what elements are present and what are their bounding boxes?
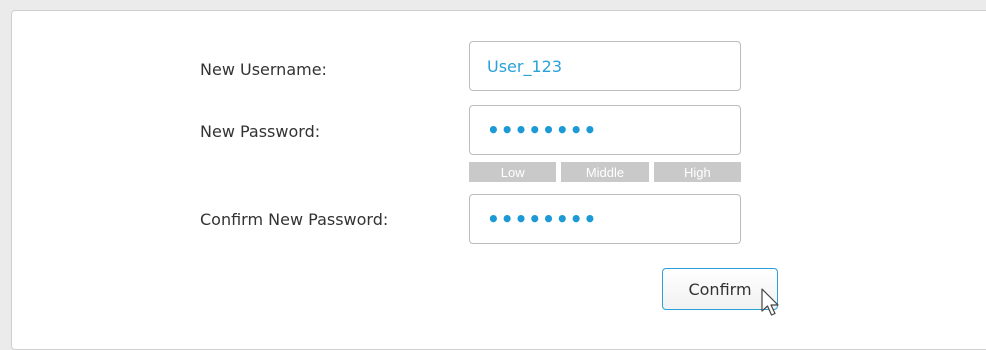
new-username-label: New Username: xyxy=(200,60,327,79)
mouse-pointer-icon xyxy=(761,288,779,316)
new-password-label: New Password: xyxy=(200,122,321,141)
strength-high: High xyxy=(653,162,741,182)
confirm-password-label: Confirm New Password: xyxy=(200,210,389,229)
strength-low: Low xyxy=(469,162,557,182)
strength-middle: Middle xyxy=(561,162,649,182)
new-username-input[interactable]: User_123 xyxy=(469,41,741,91)
confirm-password-input[interactable]: •••••••• xyxy=(469,194,741,244)
new-password-input[interactable]: •••••••• xyxy=(469,105,741,155)
password-strength-meter: Low Middle High xyxy=(469,162,741,182)
